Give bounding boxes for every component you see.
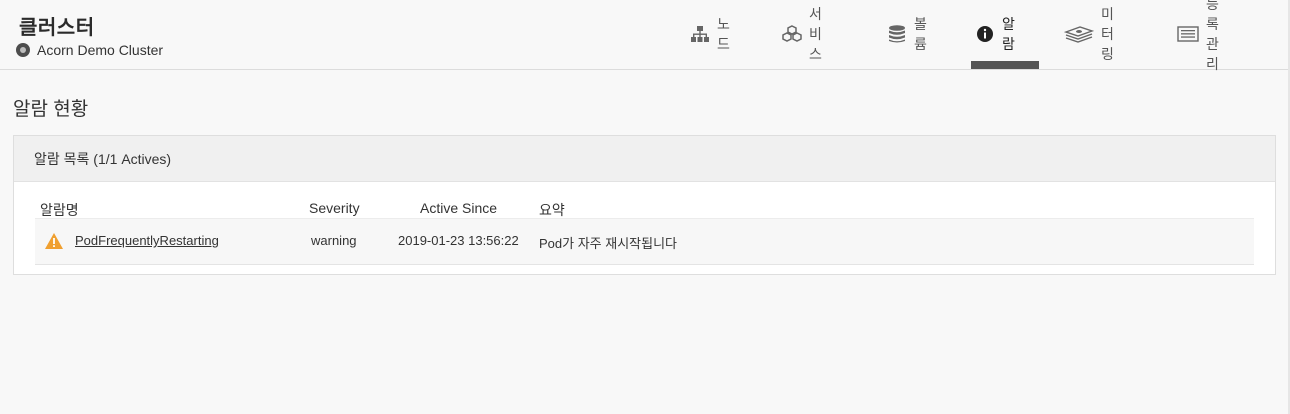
table-row: PodFrequentlyRestarting warning 2019-01-… — [35, 218, 1254, 265]
tab-registration[interactable]: 등록관리 — [1177, 0, 1219, 72]
cubes-icon — [782, 24, 802, 44]
tab-alarm-label: 알람 — [1002, 16, 1015, 52]
alarm-name-link[interactable]: PodFrequentlyRestarting — [75, 233, 219, 248]
column-header-severity: Severity — [309, 200, 360, 216]
section-title: 알람 현황 — [13, 99, 89, 120]
page-header: 클러스터 Acorn Demo Cluster 노드 서비스 볼륨 알람 미터링… — [0, 0, 1288, 72]
database-icon — [887, 24, 907, 44]
cluster-name: Acorn Demo Cluster — [37, 42, 164, 58]
warning-icon — [44, 232, 64, 250]
cluster-icon — [16, 43, 30, 57]
tab-node-label: 노드 — [717, 16, 730, 52]
alarm-severity: warning — [311, 233, 357, 248]
tab-alarm[interactable]: 알람 — [975, 16, 1015, 52]
tab-volume[interactable]: 볼륨 — [887, 16, 927, 52]
page-title: 클러스터 — [19, 17, 95, 39]
panel-header: 알람 목록 (1/1 Actives) — [14, 136, 1275, 182]
alarm-list-panel: 알람 목록 (1/1 Actives) 알람명 Severity Active … — [13, 135, 1276, 275]
tab-registration-label: 등록관리 — [1206, 0, 1219, 72]
money-stack-icon — [1064, 24, 1094, 44]
column-header-name: 알람명 — [40, 202, 79, 218]
column-header-summary: 요약 — [539, 202, 565, 218]
active-tab-indicator — [971, 61, 1039, 69]
info-icon — [975, 24, 995, 44]
panel-title: 알람 목록 (1/1 Actives) — [34, 150, 172, 167]
tab-metering[interactable]: 미터링 — [1064, 6, 1114, 62]
cluster-selector[interactable]: Acorn Demo Cluster — [16, 42, 163, 58]
tab-volume-label: 볼륨 — [914, 16, 927, 52]
tab-metering-label: 미터링 — [1101, 6, 1114, 62]
alarm-summary: Pod가 자주 재시작됩니다 — [539, 236, 677, 251]
alarm-active-since: 2019-01-23 13:56:22 — [398, 233, 519, 248]
node-tree-icon — [690, 24, 710, 44]
tab-service-label: 서비스 — [809, 6, 822, 62]
column-header-active-since: Active Since — [420, 200, 498, 216]
tab-node[interactable]: 노드 — [690, 16, 730, 52]
list-icon — [1177, 24, 1199, 44]
tab-service[interactable]: 서비스 — [782, 6, 822, 62]
